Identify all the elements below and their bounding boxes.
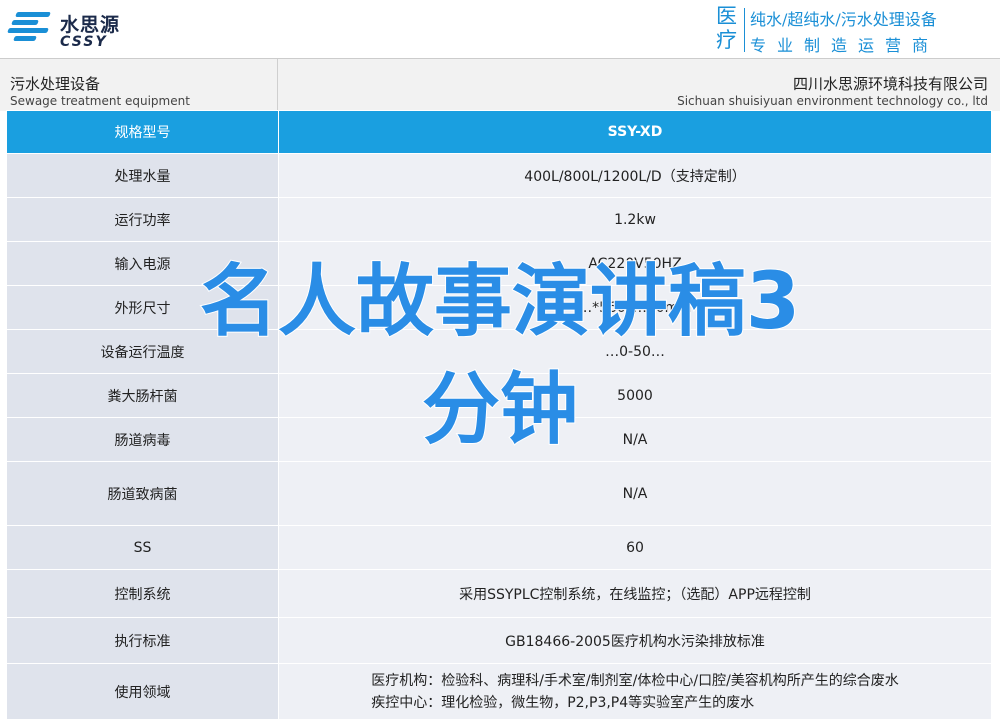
table-row: 处理水量 400L/800L/1200L/D（支持定制）	[6, 153, 992, 198]
slogan-vertical-chars: 医 疗	[716, 4, 742, 52]
table-row: 执行标准 GB18466-2005医疗机构水污染排放标准	[6, 617, 992, 664]
spec-value: 1.2kw	[278, 197, 992, 242]
overlay-title-line-2: 分钟	[421, 364, 579, 456]
overlay-title: 名人故事演讲稿3 分钟	[0, 248, 1000, 464]
slogan: 医 疗 纯水/超纯水/污水处理设备 专业制造运营商	[716, 4, 996, 55]
table-row: 规格型号 SSY-XD	[6, 110, 992, 154]
spec-value: SSY-XD	[278, 110, 992, 154]
spec-label: SS	[6, 525, 279, 570]
usage-line-2: 疾控中心：理化检验，微生物，P2,P3,P4等实验室产生的废水	[371, 694, 755, 711]
brand-logo[interactable]: 水思源 CSSY	[7, 8, 148, 52]
table-row: SS 60	[6, 525, 992, 570]
spec-label: 肠道致病菌	[6, 461, 279, 526]
usage-line-1: 医疗机构：检验科、病理科/手术室/制剂室/体检中心/口腔/美容机构所产生的综合废…	[371, 672, 899, 689]
table-row: 使用领域 医疗机构：检验科、病理科/手术室/制剂室/体检中心/口腔/美容机构所产…	[6, 663, 992, 720]
table-row: 肠道致病菌 N/A	[6, 461, 992, 526]
overlay-title-line-1: 名人故事演讲稿3	[199, 256, 801, 348]
top-header: 水思源 CSSY 医 疗 纯水/超纯水/污水处理设备 专业制造运营商	[0, 0, 1000, 58]
logo-stripes-icon	[7, 10, 51, 46]
spec-label: 使用领域	[6, 663, 279, 720]
brand-name-cn: 水思源	[60, 14, 121, 36]
slogan-divider	[744, 8, 745, 52]
spec-value: 60	[278, 525, 992, 570]
spec-label: 规格型号	[6, 110, 279, 154]
brand-name-en: CSSY	[60, 34, 108, 50]
product-title-en: Sewage treatment equipment	[10, 94, 190, 108]
company-name-cn: 四川水思源环境科技有限公司	[792, 75, 988, 93]
title-bar-divider	[277, 59, 278, 111]
slogan-line-1: 纯水/超纯水/污水处理设备	[750, 10, 937, 29]
usage-field-text: 医疗机构：检验科、病理科/手术室/制剂室/体检中心/口腔/美容机构所产生的综合废…	[371, 670, 899, 714]
spec-label: 处理水量	[6, 153, 279, 198]
spec-value: 医疗机构：检验科、病理科/手术室/制剂室/体检中心/口腔/美容机构所产生的综合废…	[278, 663, 992, 720]
spec-value: GB18466-2005医疗机构水污染排放标准	[278, 617, 992, 664]
spec-value: 采用SSYPLC控制系统，在线监控；（选配）APP远程控制	[278, 569, 992, 618]
table-row: 运行功率 1.2kw	[6, 197, 992, 242]
title-bar: 污水处理设备 Sewage treatment equipment 四川水思源环…	[0, 58, 1000, 111]
slogan-char-1: 医	[716, 4, 737, 28]
slogan-line-2: 专业制造运营商	[750, 36, 940, 55]
spec-value: N/A	[278, 461, 992, 526]
table-row: 控制系统 采用SSYPLC控制系统，在线监控；（选配）APP远程控制	[6, 569, 992, 618]
spec-value: 400L/800L/1200L/D（支持定制）	[278, 153, 992, 198]
spec-label: 执行标准	[6, 617, 279, 664]
slogan-char-2: 疗	[716, 28, 737, 52]
product-title-cn: 污水处理设备	[10, 75, 101, 93]
spec-label: 运行功率	[6, 197, 279, 242]
company-name-en: Sichuan shuisiyuan environment technolog…	[677, 94, 988, 108]
spec-label: 控制系统	[6, 569, 279, 618]
